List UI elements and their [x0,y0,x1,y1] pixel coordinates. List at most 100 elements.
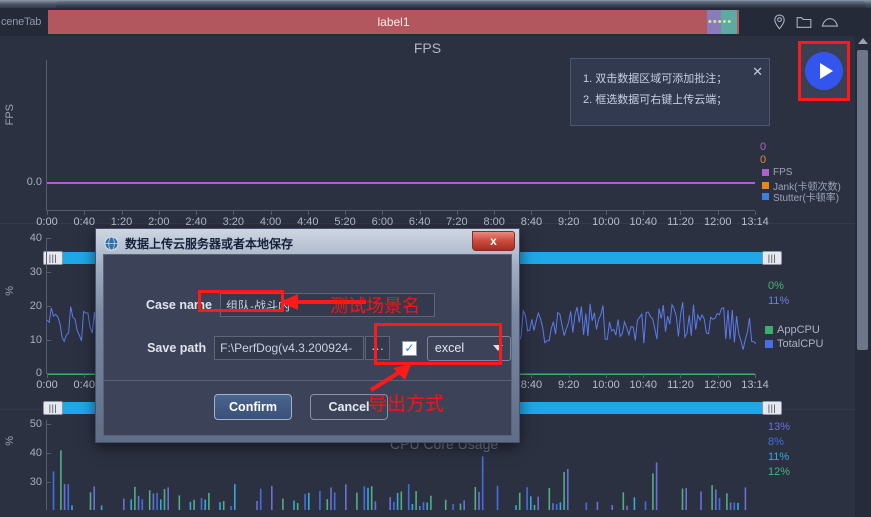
xtick-mark [605,211,607,215]
xtick-mark [345,211,347,215]
globe-icon [104,235,119,251]
xtick-label: 10:00 [592,379,620,391]
xtick-mark [680,211,682,215]
xtick-mark [419,211,421,215]
case-name-value: 组队-战斗内 [226,298,290,313]
xtick-mark [196,211,198,215]
xtick-label: 11:20 [667,379,694,391]
export-format-select[interactable]: excel [426,335,512,361]
xtick-mark [568,211,570,215]
xtick-mark [382,211,384,215]
hint-popup[interactable]: ✕ 1. 双击数据区域可添加批注； 2. 框选数据可右键上传云端； [570,58,770,126]
legend-swatch-fps-icon [762,169,769,176]
chevron-down-icon [493,345,504,351]
xtick-mark [158,211,160,215]
xtick-mark [568,374,570,378]
legend-swatch-appcpu-icon [765,326,773,334]
xtick-mark [47,374,48,378]
chart-cpu-ytick-10: 10 [29,334,42,346]
confirm-button[interactable]: Confirm [214,394,292,420]
dialog-titlebar[interactable]: 数据上传云服务器或者本地保存 x [99,231,516,254]
chart-fps-ytick-0: 0.0 [26,176,42,188]
tab-label1-text: label1 [377,15,410,29]
app-root: ceneTab label1 ••••• FPS FPS 0.0 0:00 0:… [0,0,871,517]
location-pin-icon[interactable] [772,14,787,30]
tab-dotted-marker: ••••• [708,16,733,28]
xtick-mark [307,211,309,215]
case-name-label: Case name [145,298,212,312]
browse-button[interactable]: ··· [365,336,390,360]
xtick-label: 13:14 [741,379,769,391]
export-format-value: excel [434,341,465,355]
dialog-separator [104,380,511,381]
save-path-input[interactable]: F:\PerfDog(v4.3.200924- [214,336,365,360]
chart-core-ytick-50: 50 [29,418,42,430]
chart-core-ytick-40: 40 [29,447,42,459]
chart-cpu-ytick-40: 40 [29,232,42,244]
legend-label-appcpu: AppCPU [777,324,820,336]
cloud-icon[interactable] [821,15,839,29]
legend-label-totalcpu: TotalCPU [777,338,824,350]
dialog-button-row: Confirm Cancel [104,387,511,427]
folder-icon[interactable] [796,15,812,30]
legend-label-stutter: Stutter(卡顿率) [773,193,840,204]
legend-swatch-stutter-icon [762,193,769,200]
chart-cpu-legend-totalcpu[interactable]: TotalCPU [765,338,823,350]
xtick-mark [47,211,48,215]
chart-fps-series-line [47,182,755,184]
chart-fps-legend-stutter[interactable]: Stutter(卡顿率) [762,189,839,204]
header-icon-group [739,8,871,36]
xtick-mark [84,211,86,215]
xtick-mark [680,374,682,378]
legend-swatch-jank-icon [762,182,769,189]
xtick-label: 8:40 [520,379,543,391]
chart-fps-title: FPS [413,40,442,56]
tab-label1[interactable]: label1 ••••• [48,10,739,34]
dialog-close-button[interactable]: x [472,231,515,251]
chart-fps-legend-fps[interactable]: FPS [762,167,792,178]
xtick-mark [643,211,645,215]
case-name-input[interactable]: 组队-战斗内 [220,293,435,317]
hint-line-2: 2. 框选数据可右键上传云端； [583,94,728,106]
xtick-mark [643,374,645,378]
save-path-value: F:\PerfDog(v4.3.200924- [220,341,353,355]
chart-core-value-3: 12% [768,466,791,478]
legend-swatch-totalcpu-icon [765,340,773,348]
dialog-form: Case name 组队-战斗内 Save path F:\PerfDog(v4… [104,255,512,380]
export-checkbox[interactable]: ✓ [402,340,417,356]
cancel-button[interactable]: Cancel [310,394,388,420]
xtick-label: 0:40 [73,379,95,391]
dialog-title: 数据上传云服务器或者本地保存 [125,236,294,251]
xtick-mark [605,374,607,378]
xtick-mark [717,374,719,378]
xtick-mark [717,211,719,215]
vertical-scrollbar-thumb[interactable] [857,50,868,350]
xtick-mark [456,211,458,215]
chart-fps-value-1: 0 [760,154,767,166]
scroll-up-arrow-icon[interactable] [858,38,868,44]
chart-cpu-legend-appcpu[interactable]: AppCPU [765,324,820,336]
vertical-scrollbar[interactable] [855,36,871,517]
xtick-mark [531,374,533,378]
chart-cpu-value-app: 0% [768,280,784,292]
legend-label-fps: FPS [773,167,793,178]
chart-cpu-ytick-0: 0 [35,367,42,379]
xtick-label: 0:00 [36,379,58,391]
play-icon [805,52,843,90]
save-path-row: Save path F:\PerfDog(v4.3.200924- ··· ✓ … [104,335,512,361]
xtick-mark [755,374,756,378]
chart-fps-xaxis [46,210,755,211]
tab-color-swatches: ••••• [707,10,737,34]
xtick-mark [531,211,533,215]
xtick-mark [121,211,123,215]
tab-scene[interactable]: ceneTab [0,8,48,36]
xtick-mark [755,211,756,215]
xtick-label: 9:20 [557,379,580,391]
chart-core-ytick-30: 30 [29,476,42,488]
hint-line-1: 1. 双击数据区域可添加批注； [583,73,728,85]
close-icon[interactable]: ✕ [752,61,763,82]
xtick-label: 10:40 [629,379,657,391]
xtick-mark [270,211,272,215]
record-play-button[interactable] [798,41,850,101]
upload-save-dialog[interactable]: 数据上传云服务器或者本地保存 x Case name 组队-战斗内 Save p… [95,228,520,443]
